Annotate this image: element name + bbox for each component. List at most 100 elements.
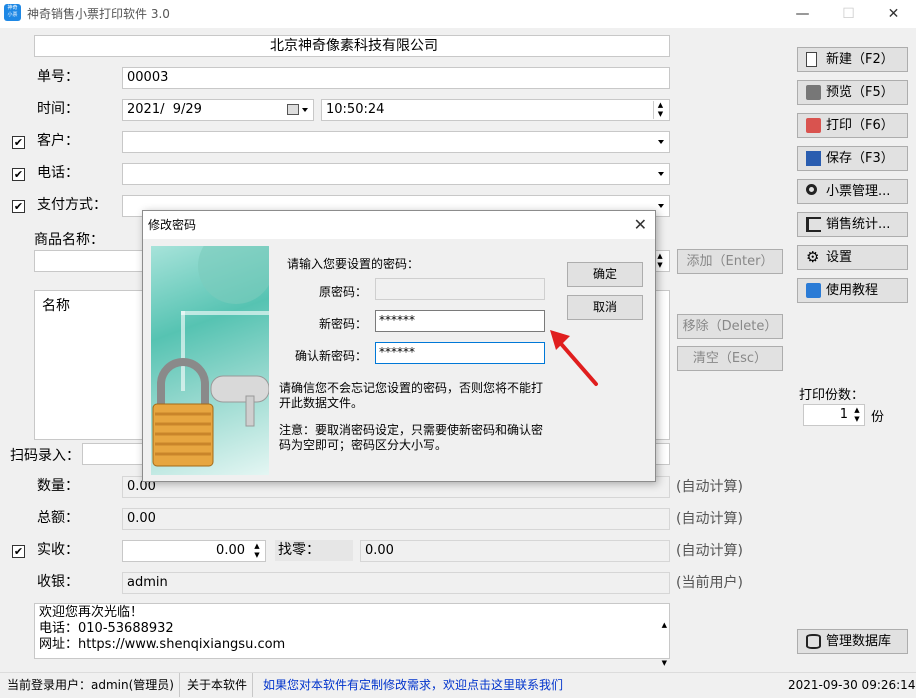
quantity-auto-note: (自动计算) [676,479,743,495]
current-user-status: 当前登录用户：admin(管理员) [2,673,180,697]
copies-value: 1 [839,407,848,422]
footer-textarea[interactable]: 欢迎您再次光临！ 电话：010-53688932 网址：https://www.… [34,603,670,667]
dialog-warning: 请确信您不会忘记您设置的密码，否则您将不能打开此数据文件。 [279,381,544,410]
footer-line-phone: 电话：010-53688932 [39,621,174,636]
add-button[interactable]: 添加（Enter） [677,249,783,274]
time-value: 10:50:24 [326,102,385,117]
customer-combo[interactable] [122,131,670,153]
scan-label: 扫码录入： [10,448,80,464]
dialog-prompt: 请输入您要设置的密码： [287,257,420,271]
minimize-button[interactable]: — [780,0,825,28]
custom-contact-link[interactable]: 如果您对本软件有定制修改需求，欢迎点击这里联系我们 [258,673,568,697]
product-label: 商品名称： [34,232,104,248]
footer-line-welcome: 欢迎您再次光临！ [39,605,144,620]
new-button-label: 新建（F2） [826,52,894,67]
maximize-button: ☐ [842,6,855,22]
new-password-field[interactable]: ****** [375,310,545,332]
status-datetime: 2021-09-30 09:26:14 [788,678,916,692]
confirm-password-field[interactable]: ****** [375,342,545,364]
time-field[interactable]: 10:50:24 ▲ ▼ [321,99,670,121]
chevron-down-icon[interactable] [302,108,308,112]
received-value: 0.00 [216,543,245,558]
database-icon [806,634,821,649]
ok-button[interactable]: 确定 [567,262,643,287]
customer-checkbox[interactable]: ✔ [12,136,25,149]
new-button[interactable]: 新建（F2） [797,47,908,72]
ticket-manage-button[interactable]: 小票管理... [797,179,908,204]
copies-label: 打印份数： [799,388,865,403]
confirm-password-label: 确认新密码： [294,349,367,363]
red-arrow-annotation [550,330,598,386]
ticket-manage-label: 小票管理... [826,184,891,199]
padlock-key-icon [152,246,269,467]
footer-scrollbar[interactable]: ▲ ▼ [662,606,667,682]
customer-label: 客户： [34,131,114,152]
phone-checkbox[interactable]: ✔ [12,168,25,181]
calendar-icon[interactable] [287,104,299,115]
save-button-label: 保存（F3） [826,151,894,166]
number-label: 单号： [34,67,114,88]
clear-button[interactable]: 清空（Esc） [677,346,783,371]
tutorial-button[interactable]: 使用教程 [797,278,908,303]
save-button[interactable]: 保存（F3） [797,146,908,171]
floppy-disk-icon [806,151,821,166]
settings-button[interactable]: ⚙ 设置 [797,245,908,270]
old-password-label: 原密码： [318,285,367,299]
new-password-label: 新密码： [318,317,367,331]
copies-field[interactable]: 1 ▲ ▼ [803,404,865,426]
date-picker[interactable]: 2021/ 9/29 [122,99,314,121]
list-icon [806,217,821,232]
printer-preview-icon [806,85,821,100]
remove-button[interactable]: 移除（Delete） [677,314,783,339]
received-auto-note: (自动计算) [676,543,743,559]
copies-unit: 份 [871,410,885,425]
chevron-down-icon[interactable] [658,140,664,144]
sales-stats-label: 销售统计... [826,217,891,232]
cancel-button[interactable]: 取消 [567,295,643,320]
received-field[interactable]: 0.00 ▲ ▼ [122,540,266,562]
change-label: 找零： [275,540,353,561]
company-name-field[interactable]: 北京神奇像素科技有限公司 [34,35,670,57]
db-manage-button[interactable]: 管理数据库 [797,629,908,654]
received-label: 实收： [34,540,114,561]
time-label: 时间： [34,99,114,120]
current-user-note: (当前用户) [676,575,743,591]
about-link[interactable]: 关于本软件 [182,673,254,697]
date-value: 2021/ 9/29 [127,102,202,117]
number-field[interactable]: 00003 [122,67,670,89]
chevron-down-icon[interactable] [658,204,664,208]
dialog-note: 注意：要取消密码设定，只需要使新密码和确认密码为空即可；密码区分大小写。 [279,423,544,452]
settings-label: 设置 [826,250,853,265]
copies-spinner-icon[interactable]: ▲ ▼ [852,406,862,424]
padlock-illustration [151,246,269,475]
sales-stats-button[interactable]: 销售统计... [797,212,908,237]
quantity-label: 数量： [34,476,114,497]
preview-button[interactable]: 预览（F5） [797,80,908,105]
db-manage-label: 管理数据库 [826,634,892,649]
tutorial-label: 使用教程 [826,283,879,298]
dialog-title-bar: 修改密码 ✕ [143,211,655,239]
footer-line-website: 网址：https://www.shenqixiangsu.com [39,637,286,652]
time-spinner-icon[interactable]: ▲ ▼ [653,101,667,119]
app-icon: 神奇 小票 [4,4,21,21]
new-document-icon [806,52,817,67]
book-icon [806,283,821,298]
list-header-name[interactable]: 名称 [42,295,70,315]
total-auto-note: (自动计算) [676,511,743,527]
received-checkbox[interactable]: ✔ [12,545,25,558]
close-icon[interactable]: ✕ [634,211,647,239]
search-icon [806,184,817,195]
payment-label: 支付方式： [34,195,114,216]
title-bar: 神奇 小票 神奇销售小票打印软件 3.0 — ☐ ✕ [0,0,916,28]
chevron-down-icon[interactable] [658,172,664,176]
printer-icon [806,118,821,133]
received-spinner-icon[interactable]: ▲ ▼ [251,542,263,560]
phone-combo[interactable] [122,163,670,185]
print-button[interactable]: 打印（F6） [797,113,908,138]
cashier-field: admin [122,572,670,594]
cashier-label: 收银： [34,572,114,593]
close-button[interactable]: ✕ [871,0,916,28]
payment-checkbox[interactable]: ✔ [12,200,25,213]
total-field: 0.00 [122,508,670,530]
phone-label: 电话： [34,163,114,184]
